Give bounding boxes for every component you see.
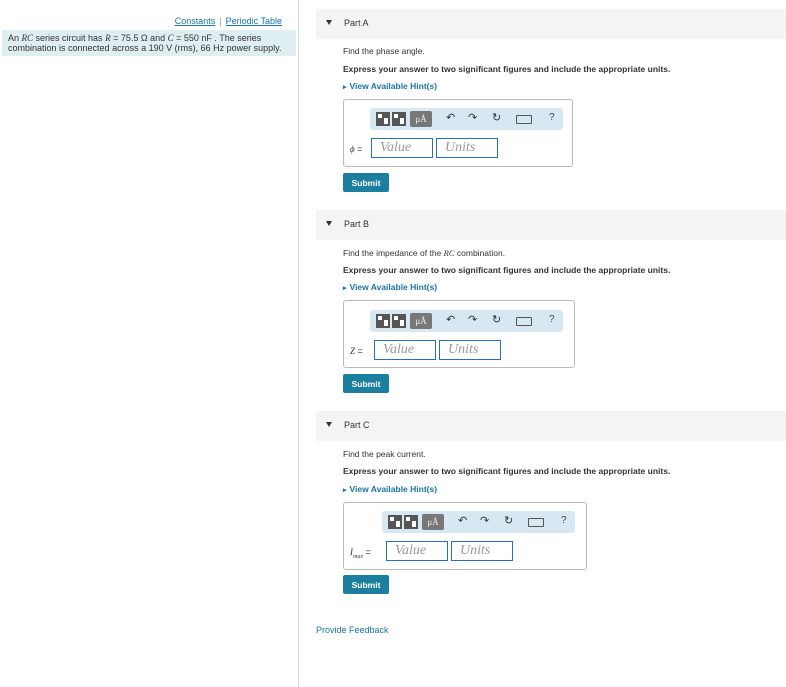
part-b-header[interactable]: Part B <box>316 210 786 240</box>
impedance-label: Z = <box>350 346 363 356</box>
collapse-triangle-icon <box>326 20 332 25</box>
part-c-question: Find the peak current. <box>343 449 426 459</box>
part-title: Part C <box>344 420 370 430</box>
reset-icon[interactable]: ↻ <box>492 313 501 326</box>
part-a-submit-button[interactable]: Submit <box>343 173 389 192</box>
part-c-answer-box: μÅ ↶ ↷ ↻ ? Imax = Value Units <box>343 502 587 570</box>
periodic-table-link[interactable]: Periodic Table <box>226 16 282 26</box>
caret-right-icon: ▸ <box>343 84 347 91</box>
reset-icon[interactable]: ↻ <box>492 111 501 124</box>
part-title: Part B <box>344 219 370 229</box>
part-a-answer-box: μÅ ↶ ↷ ↻ ? ϕ = Value Units <box>343 99 573 167</box>
caret-right-icon: ▸ <box>343 285 347 292</box>
units-button[interactable]: μÅ <box>410 313 432 329</box>
part-a-hint-link[interactable]: ▸ View Available Hint(s) <box>343 81 437 91</box>
part-b-hint-link[interactable]: ▸ View Available Hint(s) <box>343 282 437 292</box>
fraction-template-icon[interactable] <box>392 112 406 126</box>
help-icon[interactable]: ? <box>549 112 555 123</box>
part-c-hint-link[interactable]: ▸ View Available Hint(s) <box>343 484 437 494</box>
reference-links: Constants | Periodic Table <box>175 16 282 26</box>
undo-icon[interactable]: ↶ <box>458 514 467 527</box>
link-separator: | <box>219 16 222 26</box>
part-b-submit-button[interactable]: Submit <box>343 374 389 393</box>
part-c-submit-button[interactable]: Submit <box>343 575 389 594</box>
caret-right-icon: ▸ <box>343 487 347 494</box>
templates-icon[interactable] <box>376 314 390 328</box>
units-button[interactable]: μÅ <box>410 111 432 127</box>
keyboard-icon[interactable] <box>528 518 544 527</box>
redo-icon[interactable]: ↷ <box>468 313 477 326</box>
templates-icon[interactable] <box>388 515 402 529</box>
part-b-answer-box: μÅ ↶ ↷ ↻ ? Z = Value Units <box>343 300 575 368</box>
math-toolbar: μÅ ↶ ↷ ↻ ? <box>370 108 563 130</box>
part-a-question: Find the phase angle. <box>343 46 425 56</box>
provide-feedback-link[interactable]: Provide Feedback <box>316 625 389 635</box>
units-button[interactable]: μÅ <box>422 514 444 530</box>
peak-current-label: Imax = <box>350 547 371 560</box>
phase-angle-label: ϕ = <box>350 144 363 154</box>
redo-icon[interactable]: ↷ <box>480 514 489 527</box>
value-input[interactable]: Value <box>386 541 448 561</box>
part-a-header[interactable]: Part A <box>316 9 786 39</box>
sidebar: Constants | Periodic Table An RC series ci… <box>0 0 299 687</box>
value-input[interactable]: Value <box>371 138 433 158</box>
part-c-header[interactable]: Part C <box>316 411 786 441</box>
collapse-triangle-icon <box>326 422 332 427</box>
part-c-instructions: Express your answer to two significant f… <box>343 466 671 476</box>
part-a-instructions: Express your answer to two significant f… <box>343 64 671 74</box>
part-b-question: Find the impedance of the RC combination… <box>343 248 506 258</box>
math-toolbar: μÅ ↶ ↷ ↻ ? <box>382 511 575 533</box>
help-icon[interactable]: ? <box>561 515 567 526</box>
units-input[interactable]: Units <box>451 541 513 561</box>
math-toolbar: μÅ ↶ ↷ ↻ ? <box>370 310 563 332</box>
value-input[interactable]: Value <box>374 340 436 360</box>
units-input[interactable]: Units <box>439 340 501 360</box>
units-input[interactable]: Units <box>436 138 498 158</box>
constants-link[interactable]: Constants <box>175 16 216 26</box>
problem-statement: An RC series circuit has R = 75.5 Ω and … <box>2 30 296 56</box>
reset-icon[interactable]: ↻ <box>504 514 513 527</box>
part-title: Part A <box>344 18 369 28</box>
keyboard-icon[interactable] <box>516 115 532 124</box>
undo-icon[interactable]: ↶ <box>446 313 455 326</box>
keyboard-icon[interactable] <box>516 317 532 326</box>
redo-icon[interactable]: ↷ <box>468 111 477 124</box>
fraction-template-icon[interactable] <box>392 314 406 328</box>
undo-icon[interactable]: ↶ <box>446 111 455 124</box>
fraction-template-icon[interactable] <box>404 515 418 529</box>
part-b-instructions: Express your answer to two significant f… <box>343 265 671 275</box>
templates-icon[interactable] <box>376 112 390 126</box>
help-icon[interactable]: ? <box>549 314 555 325</box>
collapse-triangle-icon <box>326 221 332 226</box>
